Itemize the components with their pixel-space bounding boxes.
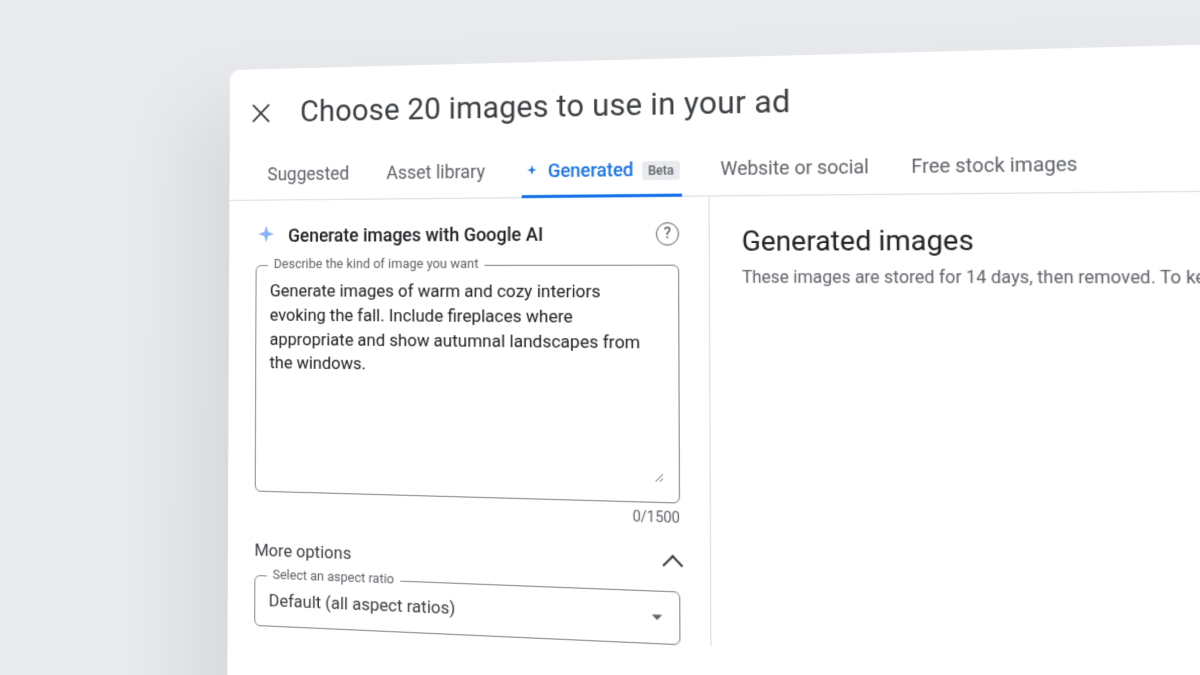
- tab-generated[interactable]: Generated Beta: [521, 144, 682, 198]
- more-options-label: More options: [254, 540, 351, 564]
- tab-label: Generated: [548, 159, 634, 182]
- tab-label: Suggested: [267, 163, 349, 185]
- sparkle-icon: [256, 225, 277, 247]
- dialog-header: Choose 20 images to use in your ad: [230, 37, 1200, 151]
- generator-panel: Generate images with Google AI ? Describ…: [228, 197, 712, 647]
- results-note: These images are stored for 14 days, the…: [742, 266, 1200, 288]
- tab-label: Asset library: [386, 161, 485, 184]
- tab-suggested[interactable]: Suggested: [265, 149, 351, 201]
- content-columns: Generate images with Google AI ? Describ…: [228, 189, 1200, 675]
- results-panel: Generated images These images are stored…: [710, 189, 1200, 675]
- prompt-textarea[interactable]: [269, 280, 664, 483]
- aspect-value: Default (all aspect ratios): [269, 591, 456, 620]
- image-picker-dialog: Choose 20 images to use in your ad Sugge…: [227, 37, 1200, 675]
- tab-asset-library[interactable]: Asset library: [384, 147, 487, 200]
- sparkle-icon: [523, 163, 539, 180]
- aspect-label: Select an aspect ratio: [267, 567, 400, 588]
- generator-title: Generate images with Google AI: [288, 224, 543, 247]
- results-heading: Generated images: [742, 222, 1200, 258]
- tab-label: Website or social: [720, 156, 869, 180]
- beta-badge: Beta: [642, 160, 680, 179]
- dialog-title: Choose 20 images to use in your ad: [300, 83, 791, 129]
- aspect-ratio-select[interactable]: Select an aspect ratio Default (all aspe…: [254, 575, 680, 645]
- chevron-up-icon: [662, 555, 683, 576]
- close-icon[interactable]: [249, 99, 274, 126]
- prompt-label: Describe the kind of image you want: [268, 257, 485, 273]
- generator-header: Generate images with Google AI ?: [256, 222, 679, 247]
- char-counter: 0/1500: [255, 498, 680, 527]
- prompt-field: Describe the kind of image you want: [255, 265, 680, 504]
- dropdown-icon: [652, 614, 663, 620]
- tab-free-stock[interactable]: Free stock images: [909, 138, 1080, 195]
- tab-label: Free stock images: [911, 153, 1078, 178]
- tab-website-social[interactable]: Website or social: [718, 141, 871, 197]
- help-icon[interactable]: ?: [656, 222, 679, 245]
